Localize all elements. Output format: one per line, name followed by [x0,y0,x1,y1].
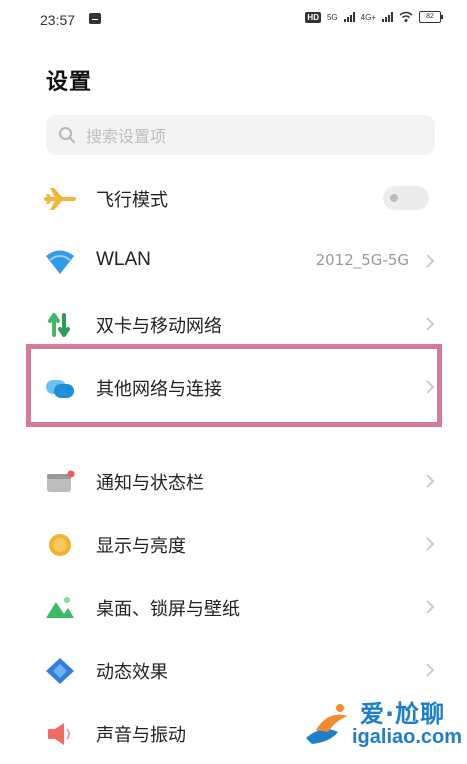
settings-item-label: 动态效果 [96,662,168,683]
settings-item-display-brightness[interactable]: 显示与亮度 [0,515,467,575]
toggle-knob [390,194,398,202]
status-time: 23:57 [40,12,76,28]
settings-item-label: WLAN [96,249,151,270]
sound-icon [48,723,70,745]
settings-item-wallpaper[interactable]: 桌面、锁屏与壁纸 [0,578,467,638]
dual-sim-icon [48,313,70,337]
signal-1-icon [343,12,355,22]
settings-item-label: 通知与状态栏 [96,473,204,494]
notification-icon [47,470,75,492]
wallpaper-icon [46,597,74,618]
watermark-logo-icon [306,704,348,744]
hd-badge: HD [305,11,321,23]
search-icon [59,127,75,143]
settings-item-notifications[interactable]: 通知与状态栏 [0,452,467,512]
wlan-network-name: 2012_5G-5G [315,251,409,269]
chevron-right-icon [426,254,435,268]
settings-item-label: 飞行模式 [96,190,168,211]
airplane-icon [44,188,76,210]
watermark: 爱·尬聊 igaliao.com [302,688,462,754]
status-indicators: HD 5G 4G+ 82 [305,11,443,23]
chevron-right-icon [426,537,435,551]
brightness-icon [49,534,71,556]
dynamic-effect-icon [46,658,74,684]
chevron-right-icon [426,663,435,677]
settings-item-wlan[interactable]: WLAN 2012_5G-5G [0,232,467,292]
settings-item-label: 声音与振动 [96,725,186,746]
wifi-icon [46,250,74,274]
settings-item-label: 双卡与移动网络 [96,316,222,337]
settings-item-airplane-mode[interactable]: 飞行模式 [0,169,467,229]
highlight-frame [26,344,442,427]
watermark-title: 爱·尬聊 [360,700,446,728]
battery-icon: 82 [419,11,443,23]
page-title: 设置 [46,70,93,95]
search-box[interactable] [46,115,435,157]
search-input[interactable] [84,115,418,157]
network-5g-label: 5G [326,12,338,22]
wifi-status-icon [399,11,413,22]
message-notification-icon [89,13,101,24]
settings-item-label: 显示与亮度 [96,536,186,557]
chevron-right-icon [426,474,435,488]
airplane-mode-toggle[interactable] [383,186,429,210]
signal-2-icon [382,12,393,22]
network-4g-label: 4G+ [360,12,376,22]
settings-item-label: 桌面、锁屏与壁纸 [96,599,240,620]
chevron-right-icon [426,600,435,614]
watermark-url: igaliao.com [352,726,463,748]
chevron-right-icon [426,317,435,331]
status-bar: 23:57 HD 5G 4G+ 82 [0,0,467,40]
